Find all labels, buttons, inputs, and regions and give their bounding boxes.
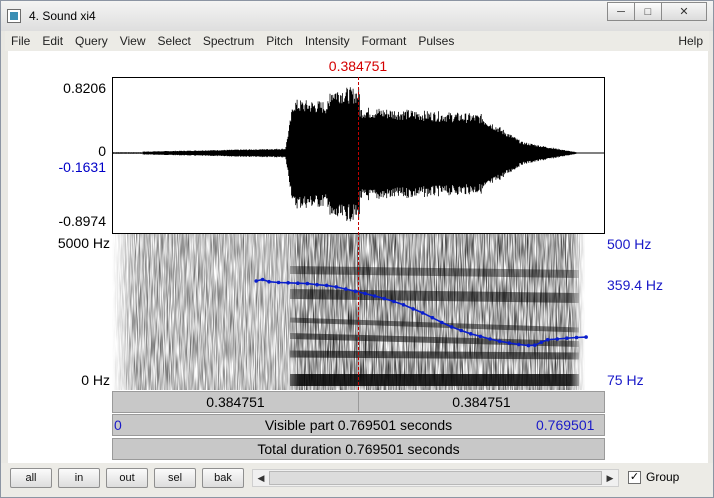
right-segment-bar[interactable]: 0.384751 [358,391,605,413]
menu-view[interactable]: View [114,31,152,51]
spectrogram-bottom-label: 0 Hz [81,372,110,388]
waveform-plot [113,87,604,222]
menu-file[interactable]: File [5,31,36,51]
window-title: 4. Sound xi4 [29,9,96,23]
pitch-point [497,339,502,343]
pitch-point [449,325,454,329]
pitch-point [469,332,473,336]
total-duration-label: Total duration 0.769501 seconds [257,441,460,457]
pitch-point [584,335,588,339]
menu-intensity[interactable]: Intensity [299,31,356,51]
minimize-button[interactable]: ─ [607,2,635,21]
maximize-button[interactable]: □ [634,2,662,21]
pitch-point [305,281,310,286]
pitch-point [411,307,415,311]
pitch-point [286,281,290,285]
pitch-point [545,337,550,342]
spectrogram-top-label: 5000 Hz [57,235,110,251]
menu-help[interactable]: Help [678,31,703,51]
minimize-icon: ─ [617,5,625,18]
visible-end-label: 0.769501 [536,417,595,433]
window-controls: ─ □ ✕ [607,2,707,21]
pitch-point [267,279,271,284]
close-button[interactable]: ✕ [661,2,707,21]
pitch-point [363,291,367,296]
waveform-max-label: 0.8206 [63,80,106,96]
editor-canvas: 0.384751 0.8206 0 -0.1631 -0.8974 5000 H… [8,51,708,463]
pitch-point [353,289,358,294]
scroll-right-icon[interactable]: ▶ [603,470,617,486]
pitch-point [254,279,258,283]
menu-pulses[interactable]: Pulses [412,31,460,51]
pitch-bottom-label: 75 Hz [607,372,644,388]
waveform-min-label: -0.8974 [58,213,106,229]
cursor-time-label: 0.384751 [328,58,388,74]
visible-part-label: Visible part 0.769501 seconds [264,417,453,433]
pitch-point [372,294,377,298]
title-bar[interactable]: 4. Sound xi4 ─ □ ✕ [1,1,713,31]
pitch-point [517,342,521,347]
sound-editor-window: 4. Sound xi4 ─ □ ✕ File Edit Query View … [0,0,714,498]
zoom-in-button[interactable]: in [58,468,100,488]
group-label: Group [646,470,680,484]
horizontal-scrollbar[interactable]: ◀ ▶ [252,469,619,487]
pitch-point [507,341,512,345]
zoom-back-button[interactable]: bak [202,468,244,488]
left-segment-label: 0.384751 [206,394,265,410]
zoom-all-button[interactable]: all [10,468,52,488]
visible-start-label: 0 [114,417,122,433]
pitch-top-label: 500 Hz [607,236,652,252]
pitch-point [260,277,265,282]
menu-bar: File Edit Query View Select Spectrum Pit… [5,31,709,51]
pitch-point [526,343,531,348]
pitch-point [440,320,444,325]
pitch-point [420,311,425,315]
pitch-point [488,337,492,341]
zoom-out-button[interactable]: out [106,468,148,488]
menu-spectrum[interactable]: Spectrum [197,31,260,51]
menu-pitch[interactable]: Pitch [260,31,299,51]
menu-select[interactable]: Select [152,31,197,51]
zoom-selection-button[interactable]: sel [154,468,196,488]
pitch-point [478,334,483,339]
bottom-toolbar: all in out sel bak ◀ ▶ ✓ Group [1,463,713,497]
pitch-point [382,296,387,301]
pitch-point [276,280,281,285]
left-segment-bar[interactable]: 0.384751 [112,391,359,413]
pitch-point [539,340,544,345]
pitch-point [574,335,579,340]
menu-formant[interactable]: Formant [356,31,413,51]
pitch-point [296,281,300,285]
cursor-line[interactable] [358,77,359,390]
pitch-point [324,283,329,288]
menu-edit[interactable]: Edit [36,31,69,51]
close-icon: ✕ [679,6,689,18]
scroll-left-icon[interactable]: ◀ [254,470,268,486]
pitch-point [430,315,435,320]
pitch-point [344,287,348,291]
praat-app-icon [7,9,21,23]
scrollbar-thumb[interactable] [269,471,602,485]
menu-query[interactable]: Query [69,31,114,51]
pitch-point [459,328,464,333]
pitch-point [392,299,396,304]
pitch-point [315,282,319,287]
visible-part-bar[interactable]: Visible part 0.769501 seconds [112,414,605,436]
pitch-cursor-label: 359.4 Hz [607,277,664,293]
pitch-point [401,303,406,307]
waveform-trace [113,87,604,222]
maximize-icon: □ [644,5,652,18]
waveform-zero-label: 0 [98,143,106,159]
waveform-cursor-value-label: -0.1631 [58,159,106,175]
total-duration-bar[interactable]: Total duration 0.769501 seconds [112,438,605,460]
pitch-point [555,337,560,341]
pitch-point [565,336,569,340]
group-checkbox[interactable]: ✓ [628,471,641,484]
pitch-point [533,343,537,347]
pitch-point [334,285,338,289]
right-segment-label: 0.384751 [452,394,511,410]
